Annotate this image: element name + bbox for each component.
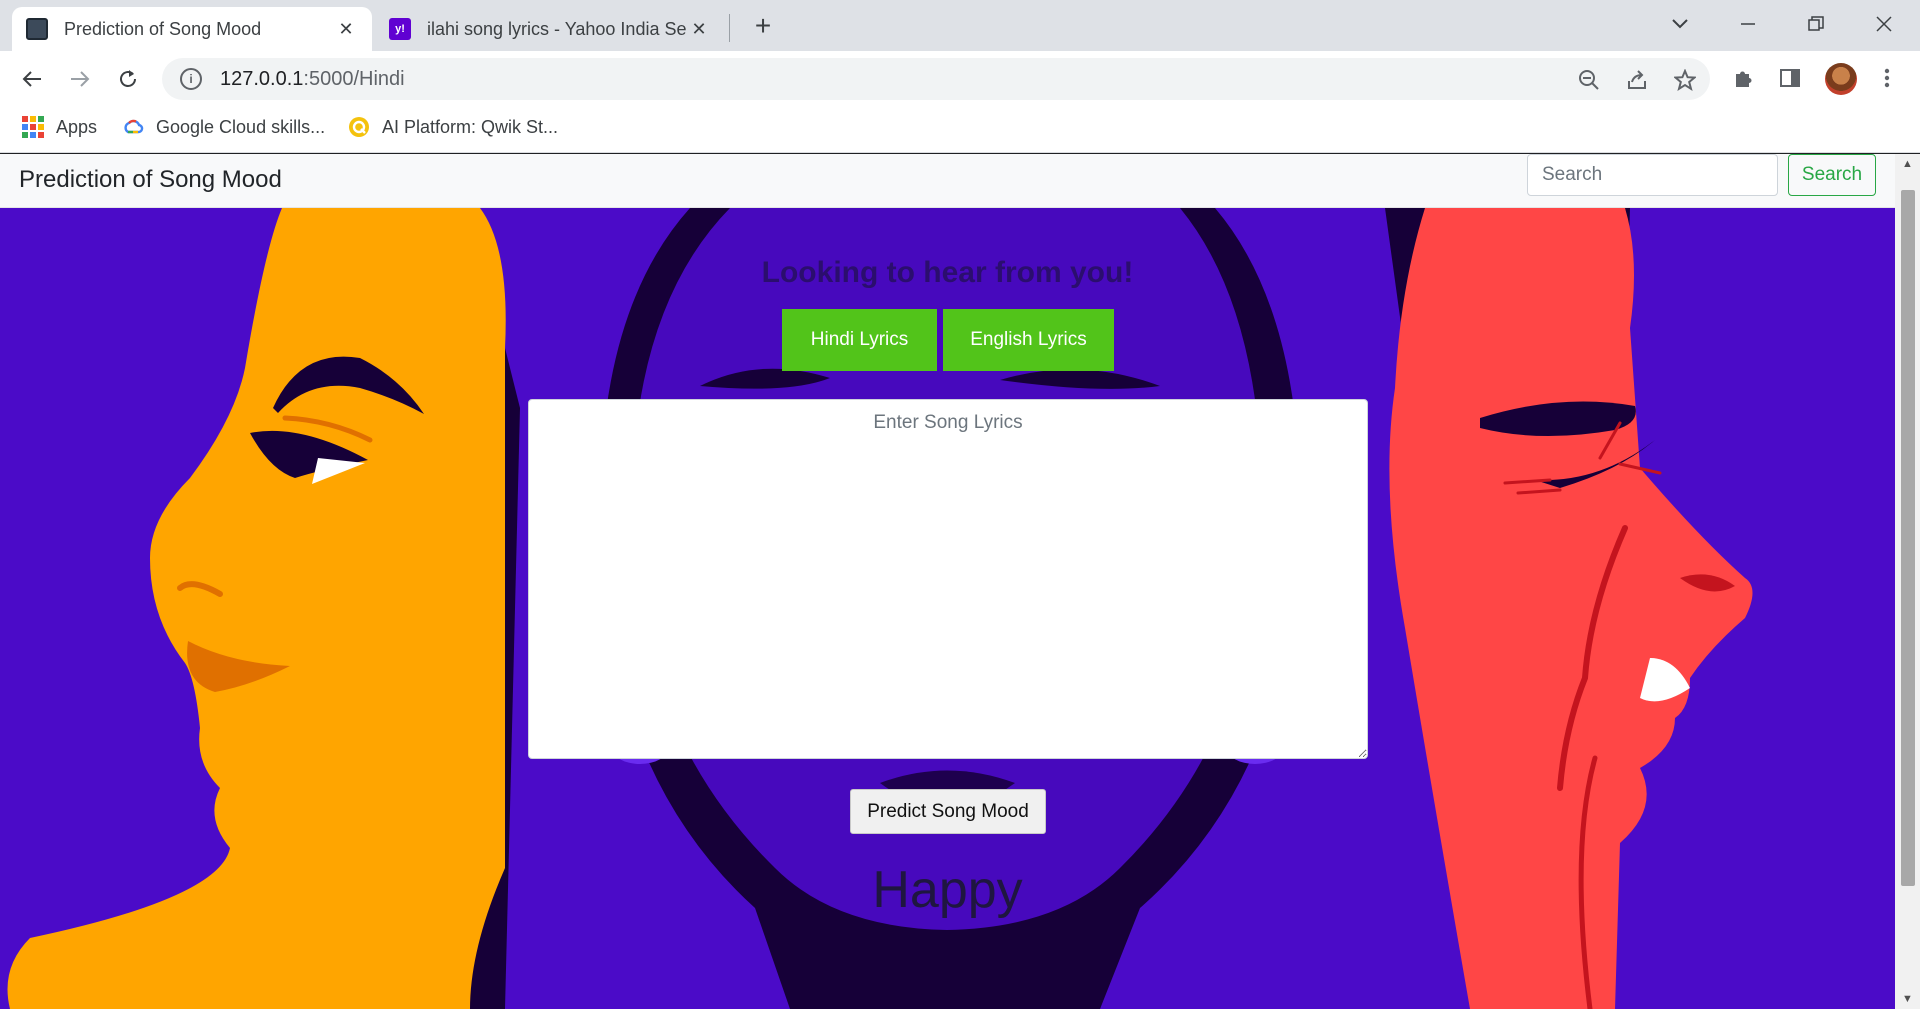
- tab-strip: Prediction of Song Mood ✕ y! ilahi song …: [0, 0, 1920, 51]
- predict-mood-button[interactable]: Predict Song Mood: [850, 789, 1046, 834]
- google-cloud-icon: [124, 119, 144, 134]
- close-icon: [1876, 16, 1892, 32]
- info-icon[interactable]: i: [180, 68, 202, 90]
- page-scrollbar[interactable]: ▲ ▼: [1895, 154, 1920, 1009]
- bookmark-label: AI Platform: Qwik St...: [382, 116, 559, 137]
- navbar-brand[interactable]: Prediction of Song Mood: [19, 166, 282, 194]
- url-host: 127.0.0.1: [220, 67, 304, 90]
- forward-button[interactable]: [62, 61, 98, 97]
- close-window-button[interactable]: [1864, 8, 1904, 40]
- arrow-right-icon: [71, 71, 90, 87]
- scroll-thumb[interactable]: [1901, 190, 1915, 886]
- back-button[interactable]: [14, 61, 50, 97]
- bookmark-label: Google Cloud skills...: [156, 116, 326, 137]
- address-bar[interactable]: i 127.0.0.1:5000/Hindi: [162, 58, 1710, 100]
- close-icon[interactable]: ✕: [687, 17, 711, 41]
- browser-toolbar: i 127.0.0.1:5000/Hindi: [0, 51, 1920, 106]
- bookmark-label: Apps: [56, 116, 98, 137]
- arrow-left-icon: [22, 71, 41, 87]
- terminal-icon: [26, 18, 48, 40]
- search-input[interactable]: [1527, 154, 1778, 196]
- url-path: :5000/Hindi: [303, 67, 405, 90]
- hero-section: Looking to hear from you! Hindi Lyrics E…: [0, 208, 1895, 1009]
- tab-yahoo[interactable]: y! ilahi song lyrics - Yahoo India Sea ✕: [375, 7, 725, 51]
- minimize-icon: [1741, 23, 1755, 25]
- bookmark-google-cloud[interactable]: Google Cloud skills...: [122, 116, 325, 138]
- scroll-down-arrow[interactable]: ▼: [1895, 989, 1920, 1009]
- reload-icon: [120, 70, 136, 87]
- restore-button[interactable]: [1796, 8, 1836, 40]
- hindi-lyrics-button[interactable]: Hindi Lyrics: [782, 309, 937, 371]
- scroll-up-arrow[interactable]: ▲: [1895, 154, 1920, 174]
- zoom-out-icon[interactable]: [1576, 67, 1602, 93]
- close-icon[interactable]: ✕: [334, 17, 358, 41]
- bookmark-ai-platform[interactable]: AI Platform: Qwik St...: [348, 116, 558, 138]
- yahoo-icon: y!: [389, 18, 411, 40]
- bookmarks-bar: Apps Google Cloud skills... AI Platform:…: [0, 106, 1920, 153]
- mood-result: Happy: [872, 861, 1023, 919]
- side-panel-icon[interactable]: [1775, 63, 1805, 93]
- page-viewport: Prediction of Song Mood Search Search Lo…: [0, 154, 1920, 1009]
- tab-separator: [729, 14, 730, 42]
- minimize-button[interactable]: [1728, 8, 1768, 40]
- tab-prediction[interactable]: Prediction of Song Mood ✕: [12, 7, 372, 51]
- tab-title: Prediction of Song Mood: [64, 18, 262, 39]
- url-text[interactable]: 127.0.0.1:5000/Hindi: [220, 68, 405, 91]
- site-navbar: Prediction of Song Mood Search: [0, 154, 1895, 208]
- tab-title: ilahi song lyrics - Yahoo India Sea: [427, 18, 687, 39]
- lyrics-textarea[interactable]: [528, 399, 1368, 759]
- avatar[interactable]: [1825, 63, 1857, 95]
- tab-search-button[interactable]: [1660, 8, 1700, 40]
- extensions-icon[interactable]: [1728, 63, 1758, 93]
- search-button[interactable]: Search: [1788, 154, 1876, 196]
- bookmark-apps[interactable]: Apps: [22, 116, 97, 138]
- english-lyrics-button[interactable]: English Lyrics: [943, 309, 1114, 371]
- chevron-down-icon: [1672, 19, 1688, 29]
- reload-button[interactable]: [110, 61, 146, 97]
- page-heading: Looking to hear from you!: [761, 256, 1134, 289]
- more-menu-icon[interactable]: [1872, 63, 1902, 93]
- star-icon[interactable]: [1672, 67, 1698, 93]
- restore-icon: [1808, 16, 1824, 31]
- apps-grid-icon: [22, 116, 44, 138]
- new-tab-button[interactable]: +: [748, 12, 778, 42]
- qwiklabs-icon: [349, 117, 369, 137]
- share-icon[interactable]: [1624, 67, 1650, 93]
